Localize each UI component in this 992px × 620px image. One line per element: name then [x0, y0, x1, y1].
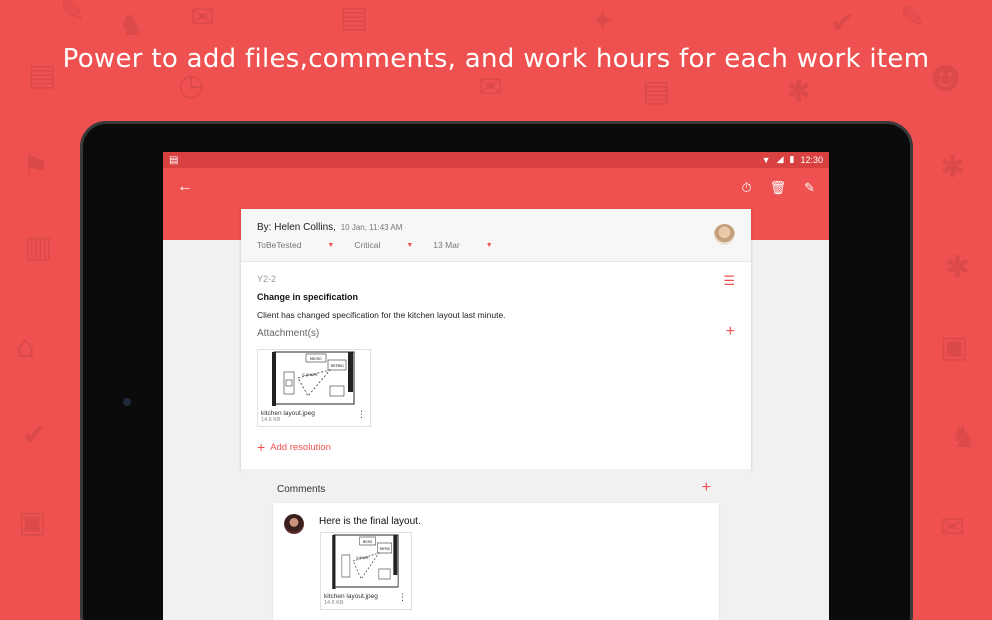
attachment-thumbnail[interactable]: MICRO REFRIG G-SHAPE kitchen layout.jpeg… [257, 349, 371, 427]
comments-label: Comments [277, 484, 326, 495]
pin2-icon: ✎ [900, 0, 926, 35]
due-date-dropdown[interactable]: 13 Mar ▼ [433, 240, 512, 250]
attachment-caption: kitchen layout.jpeg 14.6 KB [261, 410, 315, 424]
assignee-avatar[interactable] [714, 224, 735, 245]
svg-text:REFRIG: REFRIG [331, 364, 344, 368]
trash-icon[interactable]: 🗑 [770, 180, 787, 196]
more-vert-icon[interactable]: ⋮ [357, 409, 366, 420]
stopwatch-icon[interactable]: ⏱ [741, 180, 751, 196]
add-resolution-button[interactable]: + Add resolution [257, 439, 735, 455]
work-item-card: By: Helen Collins, 10 Jan, 11:43 AM ToBe… [241, 209, 751, 469]
wifi-icon: ▼ [761, 154, 771, 165]
app-notification-icon: ▤ [169, 154, 179, 166]
attachments-label: Attachment(s) [257, 328, 320, 339]
svg-text:MICRO: MICRO [310, 357, 322, 361]
priority-dropdown[interactable]: Critical ▼ [354, 240, 433, 250]
add-comment-icon[interactable]: + [702, 479, 711, 497]
caret-down-icon: ▼ [485, 241, 493, 249]
comment-card: Here is the final layout. MICRO REFRIG G… [273, 503, 719, 620]
chat-icon: ✉ [190, 0, 216, 35]
battery-icon: ▮ [789, 154, 795, 164]
caret-down-icon: ▼ [406, 241, 414, 249]
app-screen: ▤ ▼ ◢ ▮ 12:30 ← ⏱ 🗑 ✎ By: Helen Collins,… [163, 152, 829, 620]
home-icon: ⌂ [16, 330, 36, 365]
more-vert-icon[interactable]: ⋮ [398, 592, 407, 603]
priority-value: Critical [354, 240, 381, 250]
item-description: Client has changed specification for the… [257, 310, 506, 320]
back-arrow-icon[interactable]: ← [177, 178, 193, 196]
bug2-icon: ✱ [940, 150, 966, 185]
signal-icon: ◢ [776, 154, 784, 164]
cal-icon: ▥ [24, 230, 53, 265]
doc3-icon: ▣ [940, 330, 969, 365]
comment-attachment-thumbnail[interactable]: MICRO REFRIG G-SHAPE kitchen layout.jpeg… [320, 532, 412, 610]
svg-text:MICRO: MICRO [363, 540, 373, 544]
status-icons: ▼ ◢ ▮ 12:30 [762, 154, 823, 165]
svg-text:REFRIG: REFRIG [380, 547, 391, 551]
svg-text:G-SHAPE: G-SHAPE [302, 373, 318, 377]
book-icon: ▣ [18, 505, 47, 540]
author-name: By: Helen Collins, [257, 222, 336, 233]
floorplan-image: MICRO REFRIG G-SHAPE [272, 351, 355, 406]
author-line: By: Helen Collins, 10 Jan, 11:43 AM [257, 222, 402, 233]
work-item-body: Y2-2 ☰ Change in specification Client ha… [241, 262, 751, 467]
attachment-name: kitchen layout.jpeg [324, 592, 378, 600]
attachment-name: kitchen layout.jpeg [261, 409, 315, 417]
check-icon: ✔ [22, 418, 48, 453]
bug-icon: ✱ [786, 74, 812, 109]
camera [123, 398, 131, 406]
item-title: Change in specification [257, 292, 359, 302]
bell2-icon: ♞ [950, 420, 977, 455]
work-item-header: By: Helen Collins, 10 Jan, 11:43 AM ToBe… [241, 209, 751, 262]
caret-down-icon: ▼ [327, 241, 335, 249]
pencil-icon[interactable]: ✎ [804, 180, 815, 196]
svg-text:G-SHAPE: G-SHAPE [356, 556, 368, 560]
timestamp: 10 Jan, 11:43 AM [340, 223, 403, 232]
commenter-avatar [284, 514, 304, 534]
floorplan-image: MICRO REFRIG G-SHAPE [332, 534, 399, 589]
item-properties: ToBeTested ▼ Critical ▼ 13 Mar ▼ [257, 240, 513, 250]
bug3-icon: ✱ [945, 250, 971, 285]
status-time: 12:30 [800, 154, 823, 165]
status-value: ToBeTested [257, 240, 302, 250]
headline: Power to add files,comments, and work ho… [62, 44, 930, 74]
due-value: 13 Mar [433, 240, 460, 250]
pin-icon: ✎ [60, 0, 86, 29]
toolbar-actions: ⏱ 🗑 ✎ [741, 180, 815, 196]
comments-section: Comments + Here is the final layout. MIC… [241, 469, 751, 620]
add-resolution-label: Add resolution [270, 441, 331, 453]
comment-text: Here is the final layout. [319, 516, 421, 527]
doc4-icon: ▤ [340, 0, 369, 35]
chat2-icon: ✉ [478, 70, 504, 105]
hamburger-menu-icon[interactable]: ☰ [723, 274, 735, 287]
status-bar: ▤ ▼ ◢ ▮ 12:30 [163, 152, 829, 168]
flag-icon: ⚑ [22, 150, 49, 185]
check2-icon: ✔ [830, 6, 856, 41]
status-dropdown[interactable]: ToBeTested ▼ [257, 240, 354, 250]
doc2-icon: ▤ [642, 74, 671, 109]
star-icon: ✦ [590, 4, 616, 39]
bell-icon: ♞ [118, 8, 145, 43]
plus-icon: + [257, 439, 266, 455]
attachment-size: 14.6 KB [261, 417, 281, 424]
add-attachment-icon[interactable]: + [726, 324, 735, 340]
item-code: Y2-2 [257, 274, 277, 284]
chat3-icon: ✉ [940, 510, 966, 545]
attachment-caption: kitchen layout.jpeg 14.6 KB [324, 593, 378, 607]
attachment-size: 14.6 KB [324, 600, 344, 607]
